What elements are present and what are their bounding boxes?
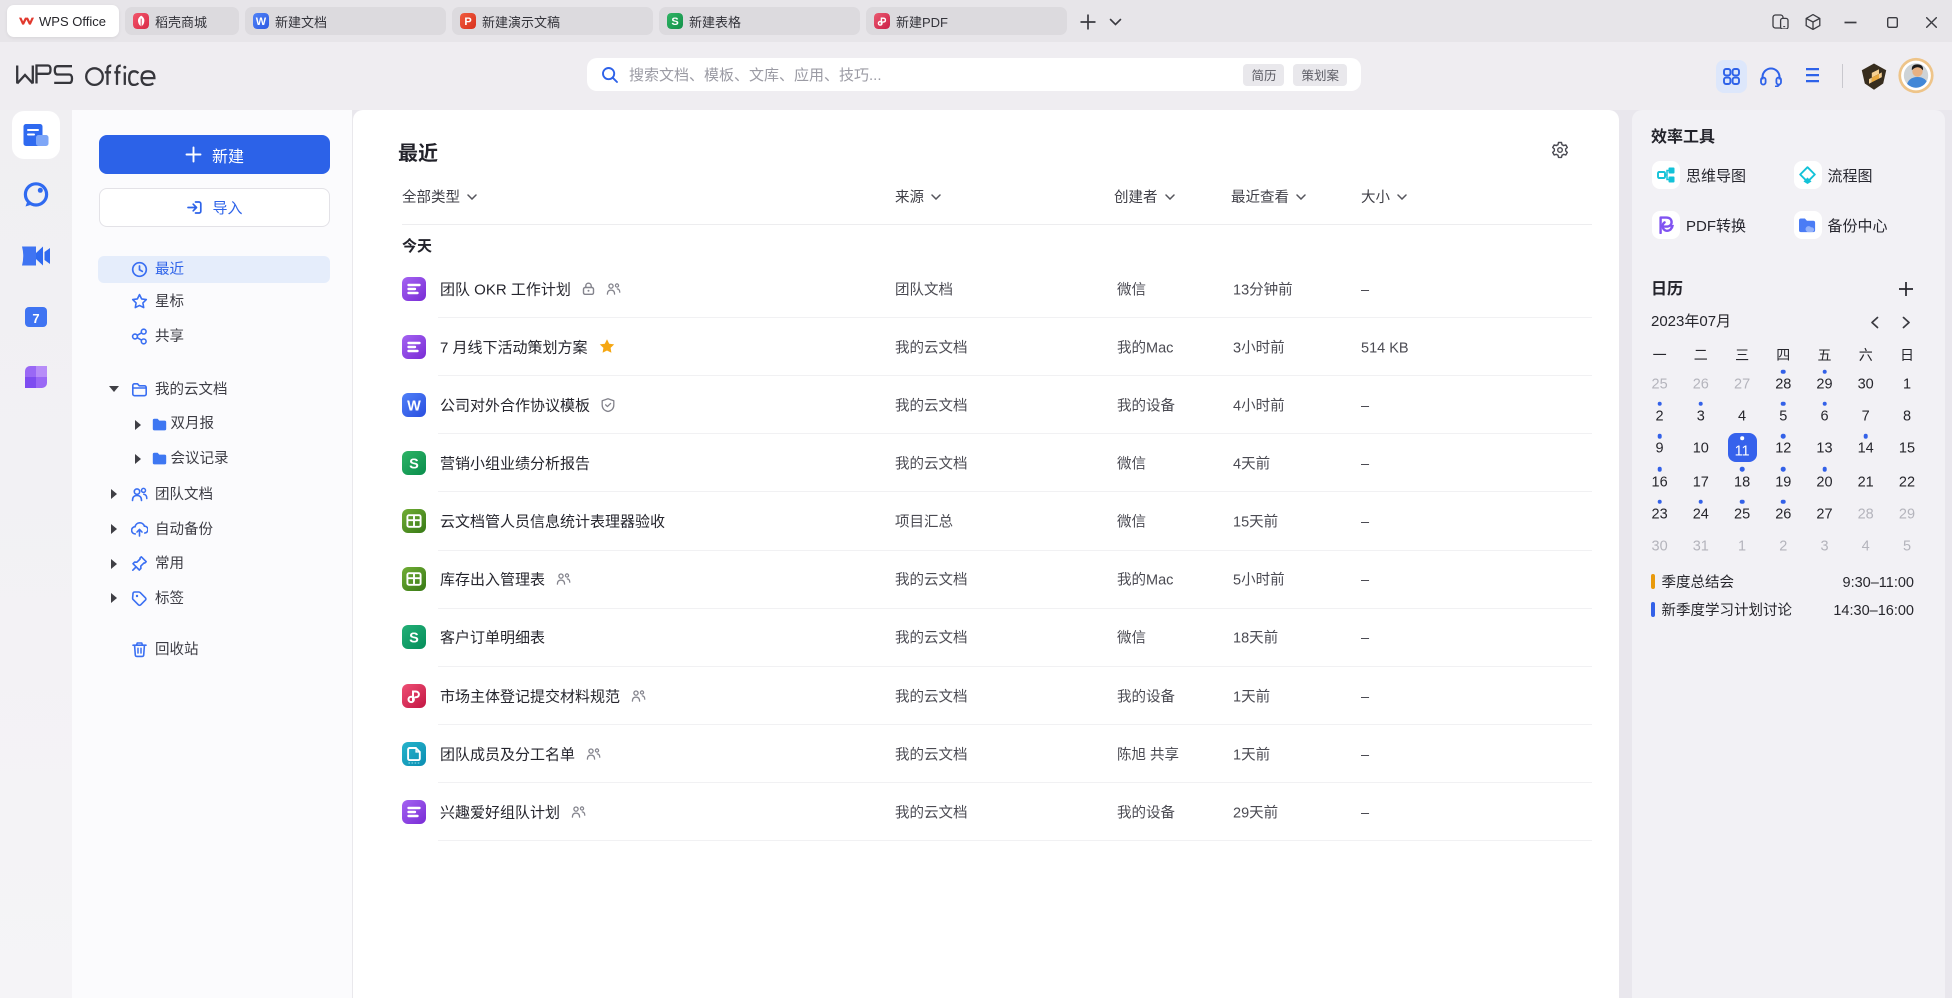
svg-text:W: W: [256, 16, 267, 28]
svg-text:S: S: [409, 631, 419, 647]
svg-text:W: W: [407, 398, 421, 414]
svg-text:P: P: [464, 16, 471, 28]
svg-text:S: S: [409, 456, 419, 472]
svg-text:S: S: [671, 16, 678, 28]
svg-text:7: 7: [32, 311, 39, 326]
